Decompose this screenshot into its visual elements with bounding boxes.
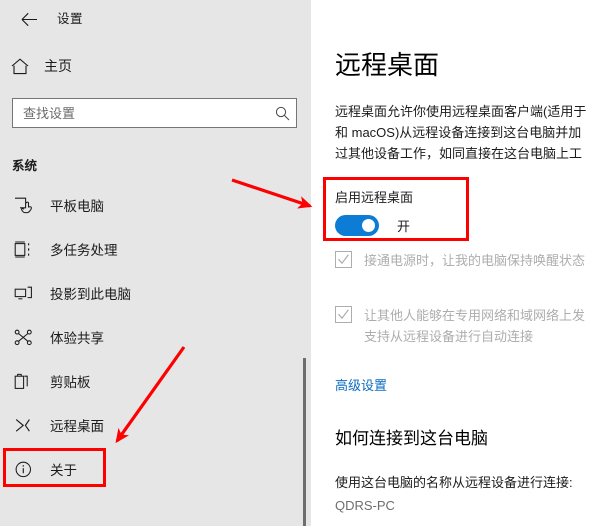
tablet-icon [4,197,42,214]
enable-remote-desktop-section: 启用远程桌面 开 [335,187,413,236]
toggle-state-label: 开 [397,219,411,234]
checkbox-row-discoverable[interactable]: 让其他人能够在专用网络和域网络上发 支持从远程设备进行自动连接 [335,305,585,347]
enable-remote-desktop-toggle[interactable] [335,215,379,236]
page-description-line-1: 远程桌面允许你使用远程桌面客户端(适用于 [335,104,587,119]
settings-content: 远程桌面 远程桌面允许你使用远程桌面客户端(适用于 和 macOS)从远程设备连… [311,0,600,526]
sidebar-item-clipboard[interactable]: 剪贴板 [0,359,300,403]
keep-awake-checkbox[interactable] [335,251,352,268]
projecting-icon [4,285,42,302]
sidebar-scrollbar[interactable] [303,358,306,526]
pc-name-value: QDRS-PC [335,498,395,513]
discoverable-label-line-1: 让其他人能够在专用网络和域网络上发 [364,308,586,323]
search-box[interactable] [12,98,297,128]
sidebar-nav-list: 平板电脑 多任务处理 投影到此电脑 体验共享 剪贴板 远程桌面 关于 [0,183,311,491]
app-title: 设置 [57,12,84,26]
sidebar-item-tablet[interactable]: 平板电脑 [0,183,300,227]
toggle-knob [362,219,375,232]
sidebar-item-home-label: 主页 [44,58,72,74]
page-description: 远程桌面允许你使用远程桌面客户端(适用于 和 macOS)从远程设备连接到这台电… [335,101,600,164]
back-arrow-icon[interactable] [16,6,42,32]
sidebar-item-projecting-label: 投影到此电脑 [50,287,131,302]
checkmark-icon [338,309,349,320]
keep-awake-label-line-1: 接通电源时，让我的电脑保持唤醒状态 [364,253,586,268]
sidebar-item-shared-experiences[interactable]: 体验共享 [0,315,300,359]
sidebar-item-about[interactable]: 关于 [0,447,300,491]
search-input[interactable] [13,100,268,126]
discoverable-label-line-2: 支持从远程设备进行自动连接 [364,329,534,344]
sidebar-item-about-label: 关于 [50,463,77,478]
page-title: 远程桌面 [335,50,440,80]
sidebar-item-clipboard-label: 剪贴板 [50,375,91,390]
sidebar-group-title: 系统 [12,159,38,173]
clipboard-icon [4,373,42,390]
enable-remote-desktop-label: 启用远程桌面 [335,190,414,205]
sidebar-item-tablet-label: 平板电脑 [50,199,104,214]
checkbox-row-keep-awake[interactable]: 接通电源时，让我的电脑保持唤醒状态 [335,250,585,271]
sidebar-item-home[interactable]: 主页 [0,49,300,83]
page-description-line-3: 过其他设备工作，如同直接在这台电脑上工 [335,146,583,161]
settings-sidebar: 设置 主页 系统 [0,0,311,526]
checkmark-icon [338,254,349,265]
sidebar-item-shared-experiences-label: 体验共享 [50,331,104,346]
keep-awake-label: 接通电源时，让我的电脑保持唤醒状态 [364,250,585,271]
discoverable-label: 让其他人能够在专用网络和域网络上发 支持从远程设备进行自动连接 [364,305,585,347]
page-description-line-2: 和 macOS)从远程设备连接到这台电脑并加 [335,125,582,140]
advanced-settings-link[interactable]: 高级设置 [335,375,387,394]
how-to-connect-title: 如何连接到这台电脑 [335,429,488,448]
info-icon [4,461,42,478]
shared-experiences-icon [4,329,42,346]
home-icon [2,57,38,75]
sidebar-item-multitasking-label: 多任务处理 [50,243,118,258]
search-icon[interactable] [268,106,296,121]
how-to-connect-text: 使用这台电脑的名称从远程设备进行连接: [335,475,573,490]
multitasking-icon [4,240,42,258]
enable-remote-desktop-row: 开 [335,215,413,236]
sidebar-item-projecting[interactable]: 投影到此电脑 [0,271,300,315]
settings-window: 设置 主页 系统 [0,0,600,526]
remote-desktop-icon [4,417,42,434]
sidebar-item-multitasking[interactable]: 多任务处理 [0,227,300,271]
sidebar-item-remote-desktop-label: 远程桌面 [50,419,104,434]
discoverable-checkbox[interactable] [335,306,352,323]
window-titlebar: 设置 [0,0,311,36]
sidebar-item-remote-desktop[interactable]: 远程桌面 [0,403,300,447]
